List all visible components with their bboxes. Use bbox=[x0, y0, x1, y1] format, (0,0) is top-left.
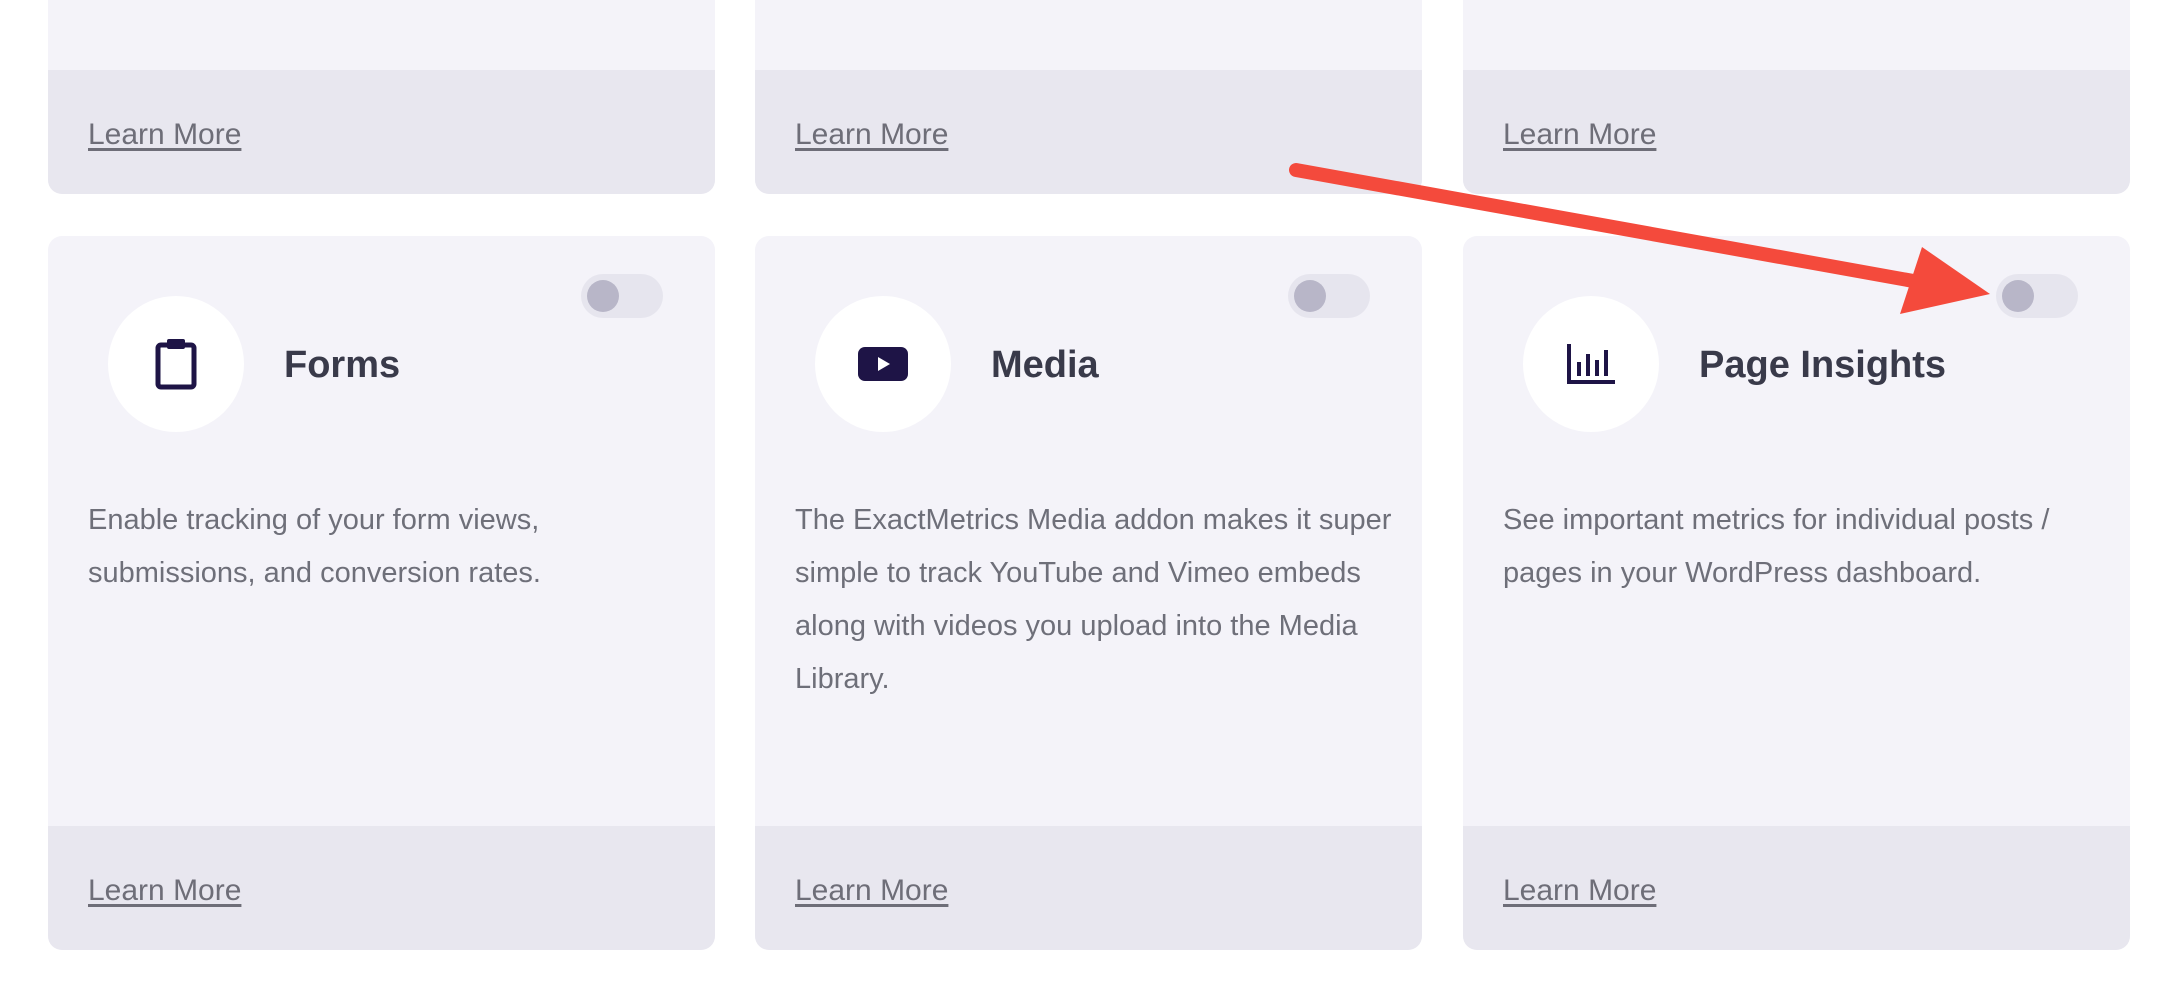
learn-more-link[interactable]: Learn More bbox=[1503, 874, 1656, 908]
addon-description: Enable tracking of your form views, subm… bbox=[88, 504, 541, 589]
addon-card-top-3: Learn More bbox=[1463, 0, 2130, 194]
learn-more-link[interactable]: Learn More bbox=[1503, 118, 1656, 152]
card-footer: Learn More bbox=[48, 70, 715, 194]
card-footer: Learn More bbox=[755, 826, 1422, 950]
card-footer: Learn More bbox=[48, 826, 715, 950]
addon-card-top-2: Learn More bbox=[755, 0, 1422, 194]
addon-icon-circle bbox=[1523, 296, 1659, 432]
clipboard-icon bbox=[155, 339, 197, 390]
addon-title: Forms bbox=[284, 344, 401, 386]
addon-toggle-media[interactable] bbox=[1288, 274, 1370, 318]
learn-more-link[interactable]: Learn More bbox=[795, 118, 948, 152]
youtube-play-icon bbox=[858, 347, 908, 381]
addon-description: The ExactMetrics Media addon makes it su… bbox=[795, 504, 1392, 695]
learn-more-link[interactable]: Learn More bbox=[88, 118, 241, 152]
learn-more-link[interactable]: Learn More bbox=[88, 874, 241, 908]
addon-title: Page Insights bbox=[1699, 344, 1947, 386]
addon-card-forms: Forms Enable tracking of your form views… bbox=[48, 236, 715, 950]
toggle-knob bbox=[587, 280, 619, 312]
card-footer: Learn More bbox=[1463, 70, 2130, 194]
card-footer: Learn More bbox=[755, 70, 1422, 194]
addon-toggle-page-insights[interactable] bbox=[1996, 274, 2078, 318]
addon-card-page-insights: Page Insights See important metrics for … bbox=[1463, 236, 2130, 950]
addon-toggle-forms[interactable] bbox=[581, 274, 663, 318]
addon-icon-circle bbox=[108, 296, 244, 432]
addon-description: See important metrics for individual pos… bbox=[1503, 504, 2050, 589]
card-footer: Learn More bbox=[1463, 826, 2130, 950]
addon-title: Media bbox=[991, 344, 1099, 386]
learn-more-link[interactable]: Learn More bbox=[795, 874, 948, 908]
toggle-knob bbox=[2002, 280, 2034, 312]
bar-chart-icon bbox=[1567, 344, 1615, 384]
toggle-knob bbox=[1294, 280, 1326, 312]
addon-card-top-1: Learn More bbox=[48, 0, 715, 194]
addon-icon-circle bbox=[815, 296, 951, 432]
addon-card-media: Media The ExactMetrics Media addon makes… bbox=[755, 236, 1422, 950]
